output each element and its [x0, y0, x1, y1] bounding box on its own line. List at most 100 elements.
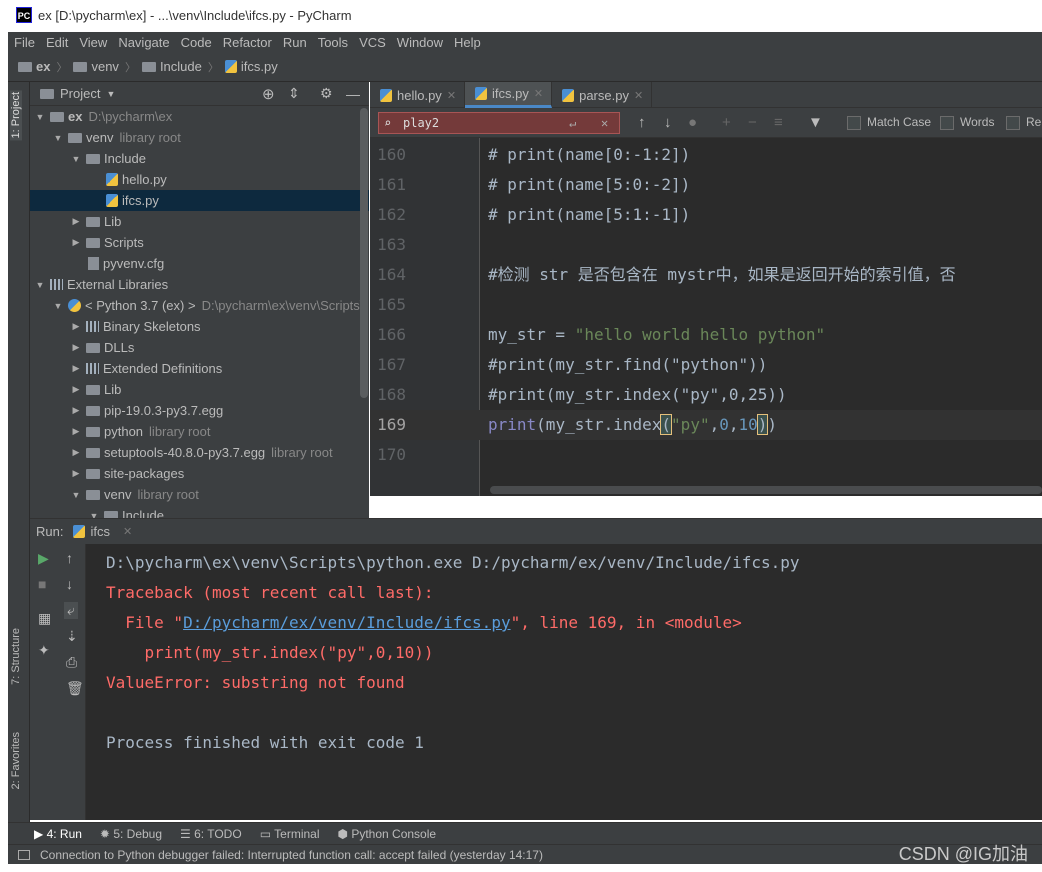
scroll-down-icon[interactable]: ↓ — [66, 576, 73, 592]
close-icon[interactable]: ✕ — [634, 89, 643, 102]
tree-item-setuptools[interactable]: ▶ setuptools-40.8.0-py3.7.egg library root — [30, 442, 369, 463]
scroll-up-icon[interactable]: ↑ — [66, 550, 73, 566]
clear-icon[interactable]: ✕ — [601, 113, 608, 133]
menu-refactor[interactable]: Refactor — [223, 35, 272, 50]
hide-icon[interactable]: — — [346, 86, 360, 102]
tree-item-site-packages[interactable]: ▶ site-packages — [30, 463, 369, 484]
soft-wrap-icon[interactable]: ⤶ — [64, 602, 78, 619]
expand-arrow-icon[interactable]: ▼ — [34, 280, 46, 290]
expand-arrow-icon[interactable]: ▼ — [52, 133, 64, 143]
run-console-output[interactable]: D:\pycharm\ex\venv\Scripts\python.exe D:… — [86, 544, 1042, 820]
breadcrumb-file[interactable]: ifcs.py — [224, 59, 278, 74]
next-occurrence-icon[interactable]: ↓ — [664, 114, 672, 131]
project-view-dropdown[interactable]: Project — [60, 86, 100, 101]
filter-icon[interactable]: ▼ — [808, 114, 823, 131]
tree-item-venv[interactable]: ▼ venv library root — [30, 127, 369, 148]
find-input[interactable]: ⌕ play2 ↵ ✕ — [378, 112, 620, 134]
project-scrollbar[interactable] — [360, 108, 368, 398]
close-icon[interactable]: ✕ — [534, 87, 543, 100]
tab-structure-tool[interactable]: 7: Structure — [10, 628, 22, 685]
tab-ifcs-py[interactable]: ifcs.py ✕ — [465, 82, 553, 108]
find-all-icon[interactable]: ● — [688, 114, 697, 131]
file-link[interactable]: D:/pycharm/ex/venv/Include/ifcs.py — [183, 613, 511, 632]
collapse-arrow-icon[interactable]: ▶ — [70, 363, 82, 374]
tab-todo[interactable]: ☰ 6: TODO — [180, 827, 242, 841]
tab-parse-py[interactable]: parse.py ✕ — [552, 82, 653, 108]
rerun-icon[interactable]: ▶ — [38, 550, 49, 567]
menu-tools[interactable]: Tools — [318, 35, 348, 50]
editor-horizontal-scrollbar[interactable] — [490, 486, 1042, 494]
collapse-arrow-icon[interactable]: ▶ — [70, 321, 82, 332]
menu-window[interactable]: Window — [397, 35, 443, 50]
expand-arrow-icon[interactable]: ▼ — [52, 301, 64, 311]
regex-checkbox[interactable] — [1006, 116, 1020, 130]
breadcrumb-ex[interactable]: ex — [18, 59, 50, 74]
tree-item-venv-2[interactable]: ▼ venv library root — [30, 484, 369, 505]
collapse-all-icon[interactable]: ⇕ — [288, 85, 300, 102]
menu-file[interactable]: File — [14, 35, 35, 50]
collapse-arrow-icon[interactable]: ▶ — [70, 468, 82, 479]
breadcrumb-venv[interactable]: venv — [73, 59, 119, 74]
tab-run[interactable]: ▶ 4: Run — [34, 827, 82, 841]
select-all-occurrences-icon[interactable]: ≡ — [774, 114, 783, 131]
print-icon[interactable]: ⎙ — [66, 654, 77, 671]
newline-icon[interactable]: ↵ — [569, 113, 576, 133]
tree-item-lib[interactable]: ▶ Lib — [30, 211, 369, 232]
menu-edit[interactable]: Edit — [46, 35, 68, 50]
menu-vcs[interactable]: VCS — [359, 35, 386, 50]
tree-item-ifcs-py[interactable]: ifcs.py — [30, 190, 369, 211]
tree-item-lib-2[interactable]: ▶ Lib — [30, 379, 369, 400]
tree-item-ex[interactable]: ▼ ex D:\pycharm\ex — [30, 106, 369, 127]
match-case-checkbox[interactable] — [847, 116, 861, 130]
breadcrumb-include[interactable]: Include — [141, 59, 202, 74]
menu-navigate[interactable]: Navigate — [118, 35, 169, 50]
close-icon[interactable]: ✕ — [447, 89, 456, 102]
run-tab-ifcs[interactable]: ifcs ✕ — [73, 524, 132, 539]
tree-item-pip[interactable]: ▶ pip-19.0.3-py3.7.egg — [30, 400, 369, 421]
tab-python-console[interactable]: ⬢ Python Console — [338, 827, 437, 841]
tab-debug[interactable]: ✹ 5: Debug — [100, 827, 162, 841]
trash-icon[interactable]: 🗑 — [66, 680, 84, 697]
tree-item-python[interactable]: ▶ python library root — [30, 421, 369, 442]
status-toggle-icon[interactable] — [18, 849, 30, 860]
collapse-arrow-icon[interactable]: ▶ — [70, 237, 82, 248]
tree-item-hello-py[interactable]: hello.py — [30, 169, 369, 190]
stop-icon[interactable]: ■ — [38, 576, 46, 592]
code-editor[interactable]: 160 # print(name[0:-1:2]) 161 # print(name… — [370, 138, 1042, 496]
scroll-to-end-icon[interactable]: ⇣ — [66, 628, 78, 645]
tab-terminal[interactable]: ▭ Terminal — [260, 827, 320, 841]
close-icon[interactable]: ✕ — [123, 525, 132, 538]
collapse-arrow-icon[interactable]: ▶ — [70, 405, 82, 416]
menu-run[interactable]: Run — [283, 35, 307, 50]
remove-selection-icon[interactable]: − — [748, 114, 757, 131]
collapse-arrow-icon[interactable]: ▶ — [70, 447, 82, 458]
collapse-arrow-icon[interactable]: ▶ — [70, 342, 82, 353]
tab-hello-py[interactable]: hello.py ✕ — [370, 82, 466, 108]
menu-help[interactable]: Help — [454, 35, 481, 50]
collapse-arrow-icon[interactable]: ▶ — [70, 384, 82, 395]
pin-icon[interactable]: ✦ — [38, 642, 50, 659]
tree-item-binary-skeletons[interactable]: ▶ Binary Skeletons — [30, 316, 369, 337]
tree-item-scripts[interactable]: ▶ Scripts — [30, 232, 369, 253]
add-selection-icon[interactable]: + — [722, 114, 731, 131]
layout-icon[interactable]: ▦ — [38, 610, 51, 627]
tree-item-external-libraries[interactable]: ▼ External Libraries — [30, 274, 369, 295]
expand-arrow-icon[interactable]: ▼ — [34, 112, 46, 122]
tree-item-include[interactable]: ▼ Include — [30, 148, 369, 169]
collapse-arrow-icon[interactable]: ▶ — [70, 426, 82, 437]
expand-arrow-icon[interactable]: ▼ — [88, 511, 100, 519]
tree-item-python-sdk[interactable]: ▼ < Python 3.7 (ex) > D:\pycharm\ex\venv\S… — [30, 295, 369, 316]
locate-icon[interactable]: ⊕ — [262, 85, 275, 103]
tree-item-pyvenv-cfg[interactable]: pyvenv.cfg — [30, 253, 369, 274]
menu-code[interactable]: Code — [181, 35, 212, 50]
dropdown-arrow-icon[interactable]: ▼ — [106, 89, 115, 99]
expand-arrow-icon[interactable]: ▼ — [70, 490, 82, 500]
words-checkbox[interactable] — [940, 116, 954, 130]
menu-view[interactable]: View — [79, 35, 107, 50]
tree-item-include-2[interactable]: ▼ Include — [30, 505, 369, 518]
gear-icon[interactable]: ⚙ — [320, 85, 333, 102]
expand-arrow-icon[interactable]: ▼ — [70, 154, 82, 164]
tree-item-dlls[interactable]: ▶ DLLs — [30, 337, 369, 358]
tab-favorites-tool[interactable]: 2: Favorites — [10, 732, 22, 789]
tree-item-extended-definitions[interactable]: ▶ Extended Definitions — [30, 358, 369, 379]
